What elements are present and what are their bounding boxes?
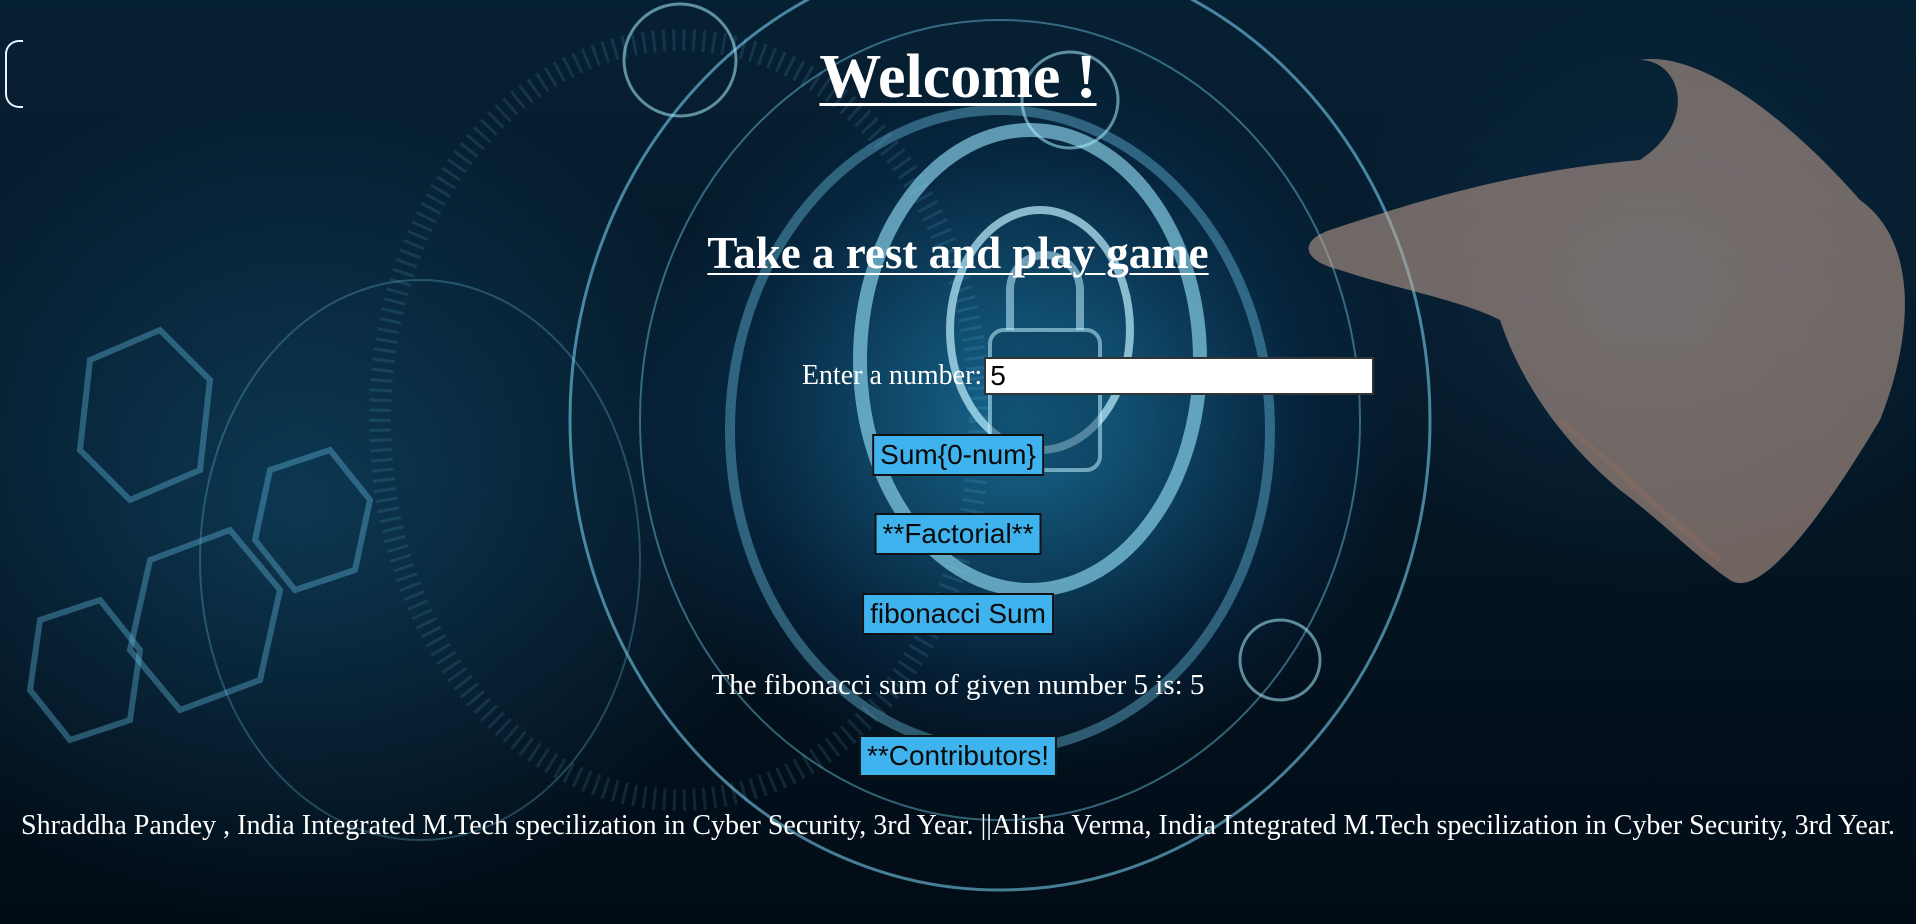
page-subtitle: Take a rest and play game — [707, 228, 1209, 278]
contributors-button[interactable]: **Contributors! — [858, 735, 1058, 777]
number-input-label: Enter a number: — [801, 360, 983, 391]
sum-button[interactable]: Sum{0-num} — [872, 434, 1044, 476]
factorial-button[interactable]: **Factorial** — [874, 513, 1042, 555]
contributors-text: Shraddha Pandey , India Integrated M.Tec… — [21, 810, 1895, 841]
number-input-row: Enter a number: — [0, 354, 1916, 398]
page-title: Welcome ! — [819, 43, 1097, 111]
fibonacci-sum-button[interactable]: fibonacci Sum — [862, 593, 1054, 635]
number-input[interactable] — [984, 357, 1375, 395]
result-text: The fibonacci sum of given number 5 is: … — [711, 669, 1205, 701]
